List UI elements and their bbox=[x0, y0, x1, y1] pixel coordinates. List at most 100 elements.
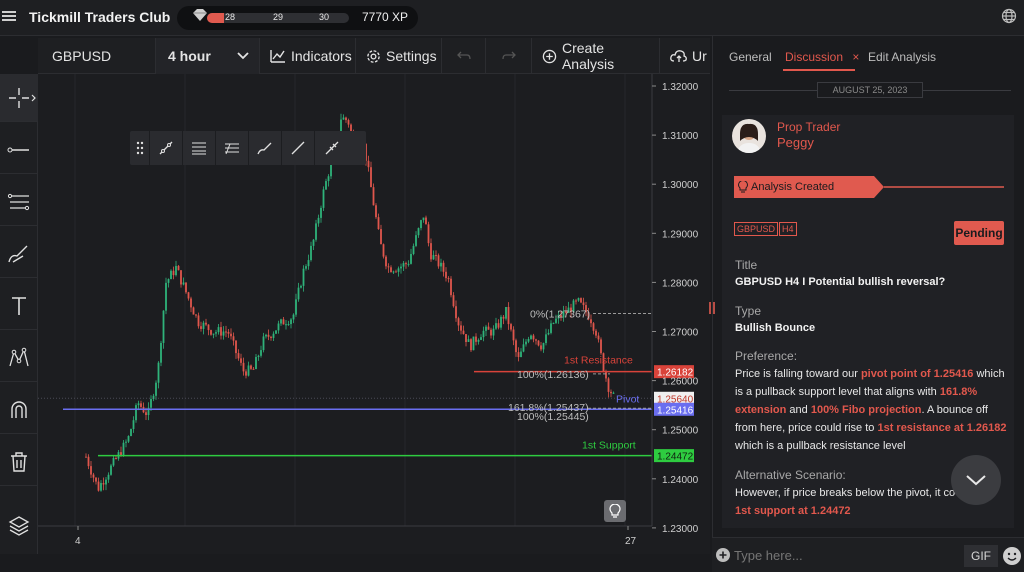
float-parallel-button[interactable] bbox=[183, 131, 216, 165]
candle-body bbox=[515, 340, 517, 353]
lightbulb-icon bbox=[609, 504, 621, 518]
candle-body bbox=[130, 429, 132, 437]
delete-tool[interactable] bbox=[0, 438, 38, 486]
author-name: Peggy bbox=[777, 135, 814, 150]
magnet-tool[interactable] bbox=[0, 386, 38, 434]
candle-body bbox=[550, 323, 552, 333]
candle-body bbox=[612, 392, 615, 394]
tab-edit-analysis[interactable]: Edit Analysis bbox=[868, 50, 936, 64]
indicators-button[interactable]: Indicators bbox=[260, 38, 356, 74]
crosshair-tool[interactable] bbox=[0, 74, 38, 122]
candle-body bbox=[527, 338, 530, 342]
candle-body bbox=[472, 336, 475, 351]
pattern-tool[interactable] bbox=[0, 334, 38, 382]
brush-small-icon bbox=[257, 142, 272, 155]
candle-body bbox=[610, 391, 612, 394]
candle-body bbox=[265, 334, 267, 337]
candle-body bbox=[440, 262, 442, 267]
candle-body bbox=[582, 302, 585, 306]
undo-button[interactable] bbox=[442, 38, 486, 74]
candle-body bbox=[540, 345, 542, 350]
candle-body bbox=[512, 329, 515, 341]
candle-body bbox=[132, 420, 135, 430]
float-fib-button[interactable] bbox=[216, 131, 249, 165]
candle-body bbox=[220, 327, 222, 336]
globe-icon[interactable] bbox=[1001, 8, 1017, 24]
redo-button[interactable] bbox=[486, 38, 532, 74]
trend-line-tool[interactable] bbox=[0, 126, 38, 174]
emoji-icon[interactable] bbox=[1003, 547, 1021, 565]
xp-points: 7770 XP bbox=[362, 10, 409, 24]
candle-body bbox=[285, 324, 287, 326]
crosshair-icon bbox=[9, 87, 29, 108]
candle-body bbox=[227, 331, 230, 334]
panel-resize-handle[interactable] bbox=[708, 301, 716, 315]
close-icon[interactable]: × bbox=[852, 50, 859, 64]
chevron-down-icon bbox=[237, 52, 249, 60]
candle-body bbox=[467, 339, 470, 343]
magnet-icon bbox=[11, 400, 27, 418]
candle-body bbox=[385, 256, 387, 267]
candle-body bbox=[287, 324, 290, 326]
trend-line-icon bbox=[159, 141, 173, 155]
drag-handle-icon[interactable] bbox=[130, 131, 150, 165]
candle-body bbox=[465, 334, 467, 343]
tab-general[interactable]: General bbox=[729, 50, 772, 64]
y-tick-label: 1.27000 bbox=[662, 328, 699, 339]
candle-body bbox=[202, 322, 205, 329]
candle-body bbox=[255, 356, 257, 370]
candle-body bbox=[240, 358, 242, 363]
drawing-tools-sidebar bbox=[0, 74, 38, 554]
candle-body bbox=[297, 287, 300, 300]
ray-icon bbox=[291, 141, 305, 155]
create-analysis-button[interactable]: Create Analysis bbox=[532, 38, 660, 74]
chat-message-input[interactable] bbox=[734, 545, 956, 565]
event-banner-tail bbox=[874, 176, 1004, 198]
candle-body bbox=[172, 270, 175, 276]
upload-button[interactable]: Ur bbox=[660, 38, 710, 74]
candle-body bbox=[217, 327, 220, 333]
title-value: GBPUSD H4 I Potential bullish reversal? bbox=[735, 276, 946, 288]
candle-body bbox=[190, 298, 192, 308]
float-measure-button[interactable] bbox=[315, 131, 348, 165]
candle-body bbox=[595, 330, 597, 336]
layers-tool[interactable] bbox=[0, 502, 38, 550]
idea-button[interactable] bbox=[604, 500, 626, 522]
undo-icon bbox=[456, 51, 471, 60]
candle-body bbox=[157, 362, 160, 383]
candle-body bbox=[122, 442, 125, 456]
candle-body bbox=[87, 456, 90, 467]
float-brush-button[interactable] bbox=[249, 131, 282, 165]
candle-body bbox=[370, 167, 372, 188]
candle-body bbox=[262, 336, 265, 351]
support-label: 1st Support bbox=[582, 440, 636, 452]
support-price-tag: 1.24472 bbox=[657, 452, 694, 463]
candle-body bbox=[212, 333, 215, 335]
scroll-down-button[interactable] bbox=[951, 455, 1001, 505]
y-tick-label: 1.32000 bbox=[662, 82, 699, 93]
candle-body bbox=[232, 336, 235, 341]
gif-button[interactable]: GIF bbox=[964, 545, 998, 567]
candle-body bbox=[160, 342, 162, 363]
timeframe-select[interactable]: 4 hour bbox=[156, 38, 260, 74]
candle-body bbox=[170, 270, 172, 280]
float-trend-line-button[interactable] bbox=[150, 131, 183, 165]
candle-body bbox=[200, 326, 202, 329]
candle-body bbox=[345, 117, 347, 121]
chat-input-bar: GIF bbox=[712, 537, 1024, 572]
candle-body bbox=[410, 253, 412, 264]
float-ray-button[interactable] bbox=[282, 131, 315, 165]
fib-tool[interactable] bbox=[0, 178, 38, 226]
y-tick-label: 1.25000 bbox=[662, 426, 699, 437]
candle-body bbox=[342, 117, 345, 120]
candle-body bbox=[590, 319, 592, 324]
candle-body bbox=[90, 466, 92, 475]
brush-tool[interactable] bbox=[0, 230, 38, 278]
tab-discussion[interactable]: Discussion × bbox=[785, 50, 859, 64]
text-tool[interactable] bbox=[0, 282, 38, 330]
add-attachment-icon[interactable] bbox=[716, 548, 730, 562]
symbol-select[interactable]: GBPUSD bbox=[38, 38, 156, 74]
settings-button[interactable]: Settings bbox=[356, 38, 442, 74]
menu-icon[interactable] bbox=[2, 9, 16, 23]
candle-body bbox=[547, 332, 550, 335]
